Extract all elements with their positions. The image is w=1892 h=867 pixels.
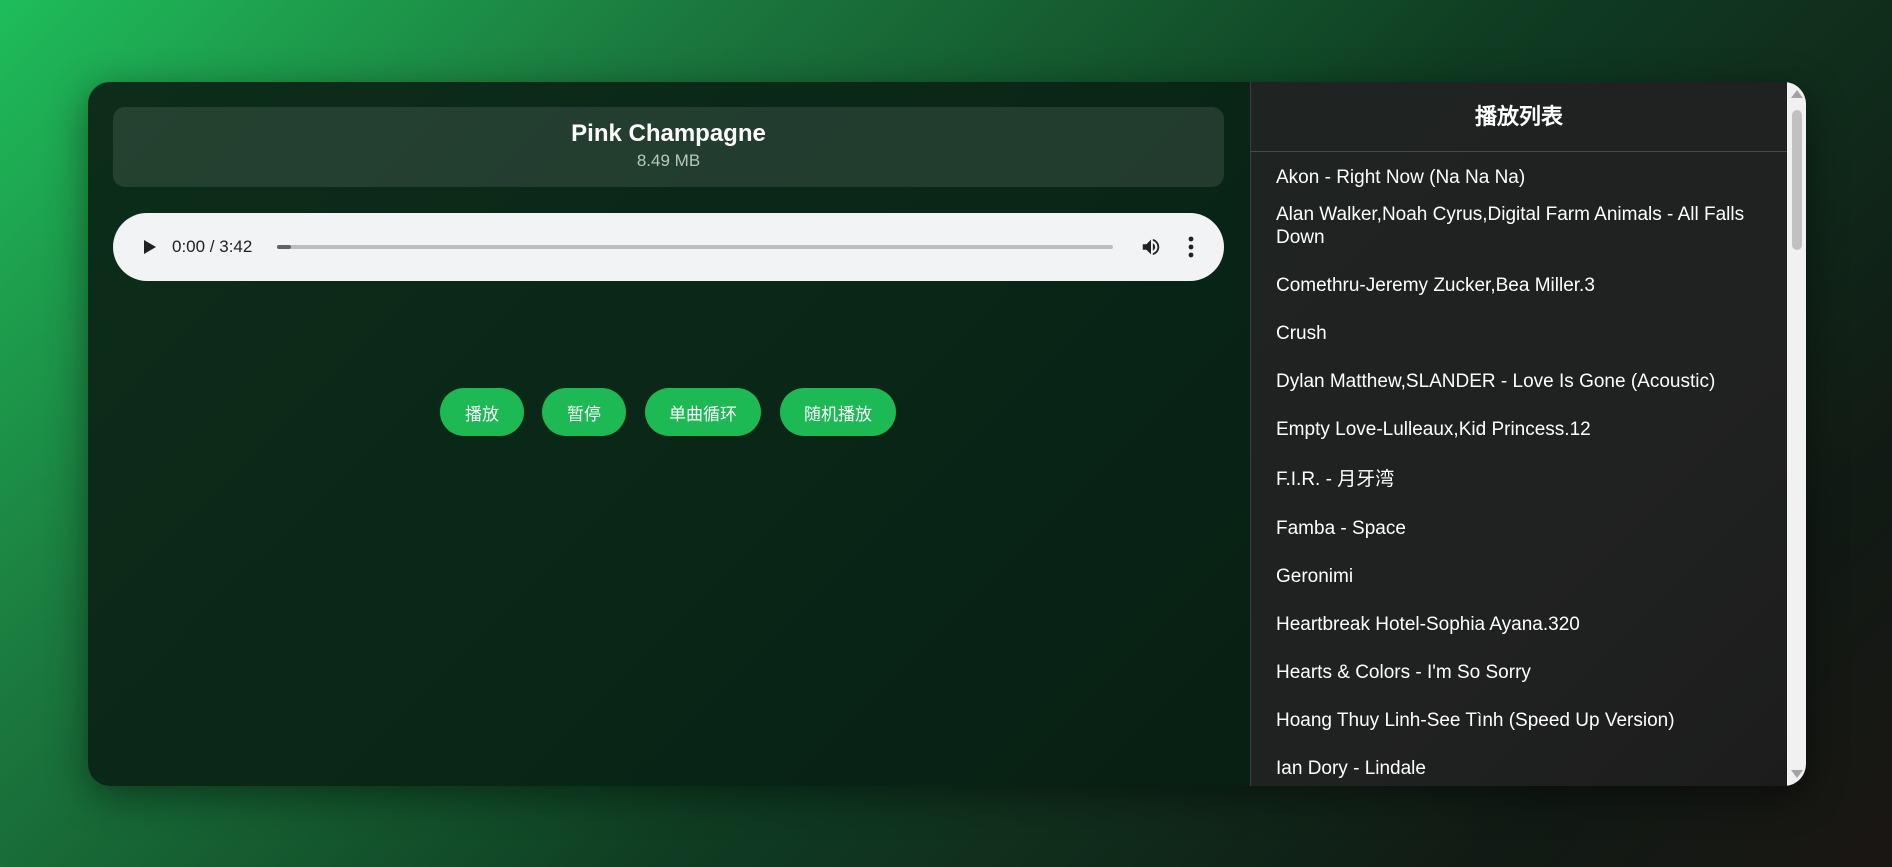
playlist-panel: 播放列表 Akon - Right Now (Na Na Na) Alan Wa… xyxy=(1250,82,1806,786)
time-display: 0:00 / 3:42 xyxy=(172,237,253,256)
loop-one-button[interactable]: 单曲循环 xyxy=(645,388,761,436)
seek-progress xyxy=(277,245,291,249)
playlist-item[interactable]: F.I.R. - 月牙湾 xyxy=(1276,468,1394,491)
play-button[interactable]: 播放 xyxy=(440,388,524,436)
playlist-item[interactable]: Famba - Space xyxy=(1276,517,1406,540)
scroll-up-arrow-icon[interactable] xyxy=(1791,90,1803,98)
playlist-item[interactable]: Heartbreak Hotel-Sophia Ayana.320 xyxy=(1276,613,1580,636)
scroll-thumb[interactable] xyxy=(1792,110,1802,250)
pause-button[interactable]: 暂停 xyxy=(542,388,626,436)
playlist-item[interactable]: Hearts & Colors - I'm So Sorry xyxy=(1276,661,1531,684)
player-panel: Pink Champagne 8.49 MB 0:00 / 3:42 播放 暂停… xyxy=(88,82,1250,786)
audio-player: 0:00 / 3:42 xyxy=(113,213,1224,281)
volume-icon[interactable] xyxy=(1140,236,1162,258)
song-title: Pink Champagne xyxy=(571,120,766,147)
playlist-item[interactable]: Akon - Right Now (Na Na Na) xyxy=(1276,166,1525,189)
song-file-size: 8.49 MB xyxy=(636,151,701,170)
music-player-app: Pink Champagne 8.49 MB 0:00 / 3:42 播放 暂停… xyxy=(88,82,1806,786)
playlist-item[interactable]: Alan Walker,Noah Cyrus,Digital Farm Anim… xyxy=(1276,203,1746,249)
playlist-scrollbar[interactable] xyxy=(1787,82,1806,786)
playlist-item[interactable]: Geronimi xyxy=(1276,565,1353,588)
play-icon[interactable] xyxy=(139,237,159,257)
playlist-item[interactable]: Crush xyxy=(1276,322,1327,345)
scroll-down-arrow-icon[interactable] xyxy=(1791,770,1803,778)
playlist-item[interactable]: Comethru-Jeremy Zucker,Bea Miller.3 xyxy=(1276,274,1595,297)
playlist-title: 播放列表 xyxy=(1251,82,1787,152)
now-playing-card: Pink Champagne 8.49 MB xyxy=(113,107,1224,187)
playlist-item[interactable]: Empty Love-Lulleaux,Kid Princess.12 xyxy=(1276,418,1591,441)
seek-bar[interactable] xyxy=(277,245,1113,249)
playlist-item[interactable]: Dylan Matthew,SLANDER - Love Is Gone (Ac… xyxy=(1276,370,1715,393)
shuffle-button[interactable]: 随机播放 xyxy=(780,388,896,436)
more-vertical-icon[interactable] xyxy=(1186,235,1196,259)
playlist-item[interactable]: Hoang Thuy Linh-See Tình (Speed Up Versi… xyxy=(1276,709,1675,732)
playlist-item[interactable]: Ian Dory - Lindale xyxy=(1276,757,1426,780)
